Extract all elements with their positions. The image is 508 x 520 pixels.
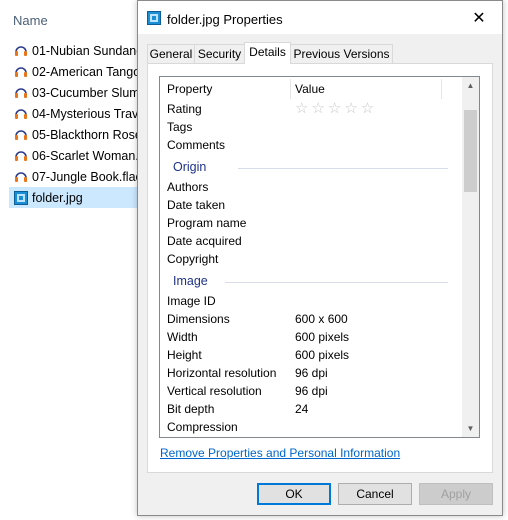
property-name[interactable]: Comments	[167, 138, 225, 152]
property-name[interactable]: Authors	[167, 180, 208, 194]
image-file-icon	[14, 190, 28, 205]
property-value[interactable]: 96 dpi	[295, 366, 328, 380]
audio-file-icon	[15, 66, 27, 77]
ok-button[interactable]: OK	[257, 483, 331, 505]
tab-previous-versions[interactable]: Previous Versions	[290, 44, 393, 63]
cancel-button[interactable]: Cancel	[338, 483, 412, 505]
column-divider[interactable]	[441, 79, 442, 99]
audio-file-icon	[15, 150, 27, 161]
vertical-scrollbar[interactable]: ▲ ▼	[462, 77, 479, 437]
property-name[interactable]: Bit depth	[167, 402, 214, 416]
property-name[interactable]: Tags	[167, 120, 192, 134]
close-button[interactable]: ✕	[456, 1, 502, 34]
property-value[interactable]: 96 dpi	[295, 384, 328, 398]
tab-security[interactable]: Security	[194, 44, 245, 63]
value-column-header[interactable]: Value	[295, 82, 325, 96]
property-name[interactable]: Vertical resolution	[167, 384, 262, 398]
audio-file-icon	[15, 87, 27, 98]
properties-dialog: folder.jpg Properties ✕ General Security…	[137, 0, 503, 516]
audio-file-icon	[15, 45, 27, 56]
property-value[interactable]: 600 pixels	[295, 348, 349, 362]
audio-file-icon	[15, 129, 27, 140]
scroll-up-icon[interactable]: ▲	[462, 77, 479, 94]
file-name: folder.jpg	[32, 190, 83, 205]
group-divider	[225, 282, 448, 283]
details-panel: Property Value Rating ☆☆☆☆☆ Tags Comments Or…	[147, 63, 493, 473]
property-name[interactable]: Image ID	[167, 294, 216, 308]
property-value[interactable]: 600 pixels	[295, 330, 349, 344]
name-column-header[interactable]: Name	[13, 13, 48, 28]
close-icon: ✕	[472, 9, 486, 27]
rating-stars[interactable]: ☆☆☆☆☆	[295, 99, 377, 117]
property-name[interactable]: Date taken	[167, 198, 225, 212]
tab-details[interactable]: Details	[244, 42, 291, 64]
scroll-down-icon[interactable]: ▼	[462, 420, 479, 437]
title-bar[interactable]: folder.jpg Properties ✕	[138, 1, 502, 34]
group-header-origin[interactable]: Origin	[173, 160, 206, 174]
property-name[interactable]: Copyright	[167, 252, 218, 266]
property-column-header[interactable]: Property	[167, 82, 212, 96]
property-name[interactable]: Program name	[167, 216, 246, 230]
tab-general[interactable]: General	[147, 44, 195, 63]
property-name[interactable]: Rating	[167, 102, 202, 116]
apply-button[interactable]: Apply	[419, 483, 493, 505]
property-name[interactable]: Dimensions	[167, 312, 230, 326]
group-header-image[interactable]: Image	[173, 274, 208, 288]
audio-file-icon	[15, 108, 27, 119]
list-header: Property Value	[160, 77, 460, 101]
property-value[interactable]: 24	[295, 402, 308, 416]
group-divider	[238, 168, 448, 169]
property-list[interactable]: Property Value Rating ☆☆☆☆☆ Tags Comments Or…	[159, 76, 480, 438]
property-value[interactable]: 600 x 600	[295, 312, 348, 326]
file-name: 07-Jungle Book.flac	[32, 169, 142, 184]
column-divider[interactable]	[290, 79, 291, 99]
property-name[interactable]: Horizontal resolution	[167, 366, 276, 380]
dialog-title: folder.jpg Properties	[167, 12, 283, 27]
remove-properties-link[interactable]: Remove Properties and Personal Informati…	[160, 446, 400, 460]
property-name[interactable]: Compression	[167, 420, 238, 434]
property-name[interactable]: Height	[167, 348, 202, 362]
property-name[interactable]: Date acquired	[167, 234, 242, 248]
image-file-icon	[147, 11, 161, 25]
audio-file-icon	[15, 171, 27, 182]
scroll-thumb[interactable]	[464, 110, 477, 192]
property-name[interactable]: Width	[167, 330, 198, 344]
